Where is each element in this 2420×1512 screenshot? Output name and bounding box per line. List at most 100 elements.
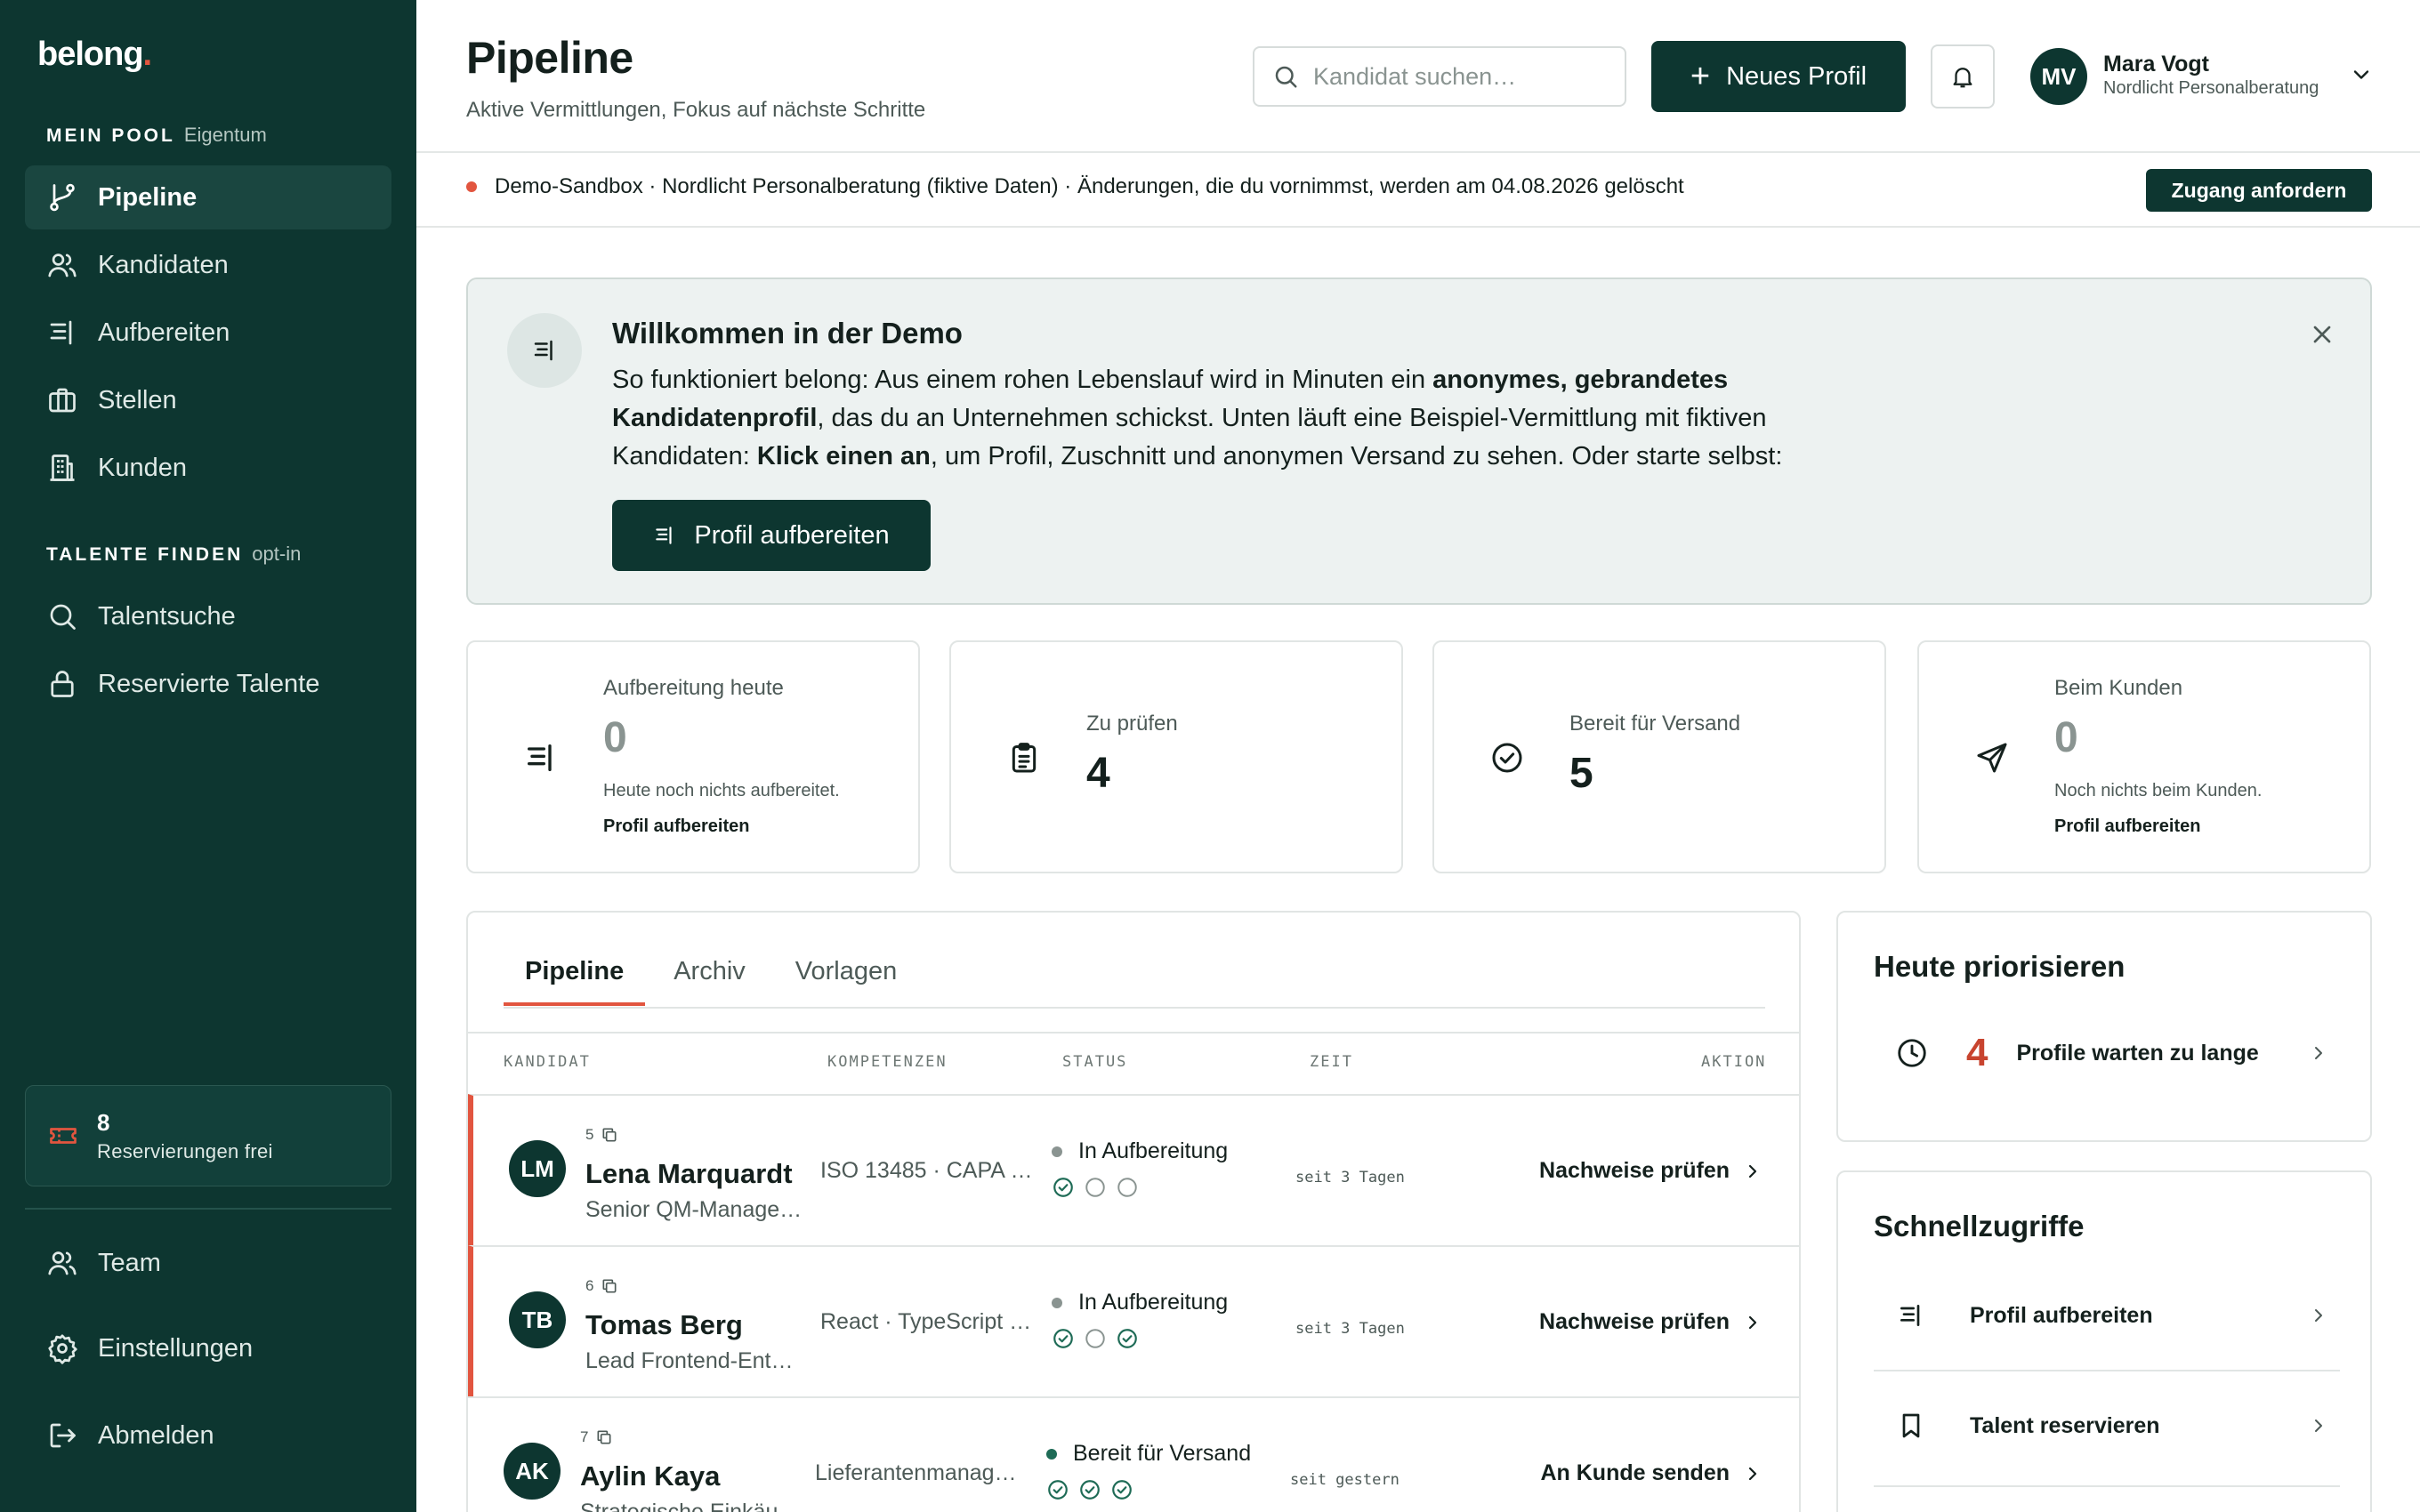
candidate-name[interactable]: Tomas Berg [585,1309,743,1341]
prepare-icon [528,744,552,771]
step-done-icon [1117,1329,1137,1348]
candidate-role: Lead Frontend-Entwickler [585,1348,808,1373]
stat-card-zu-pruefen[interactable]: Zu prüfen 4 [949,640,1403,873]
sidebar-item-pipeline[interactable]: Pipeline [25,165,391,229]
sidebar-item-label: Kandidaten [98,250,229,279]
progress-steps [1052,1176,1148,1199]
stat-value: 0 [2054,714,2078,761]
branch-icon [50,183,75,212]
stat-hint: Noch nichts beim Kunden. [2054,781,2263,800]
sidebar-item-reservierte-talente[interactable]: Reservierte Talente [25,652,391,716]
main-content: Pipeline Aktive Vermittlungen, Fokus auf… [416,0,2420,1512]
priorities-waiting-row[interactable]: 4 Profile warten zu lange [1874,1026,2340,1080]
sidebar-item-stellen[interactable]: Stellen [25,368,391,432]
stat-card-aufbereitung[interactable]: Aufbereitung heute 0 Heute noch nichts a… [466,640,920,873]
step-done-icon [1053,1329,1073,1348]
sidebar-item-label: Kunden [98,453,187,482]
column-header-status: STATUS [1062,1053,1128,1071]
priorities-count: 4 [1966,1031,1988,1074]
header-divider [416,151,2420,153]
chevron-right-icon [2315,1420,2322,1432]
briefcase-icon [49,388,76,413]
step-done-icon [1053,1178,1073,1197]
stat-card-bereit[interactable]: Bereit für Versand 5 [1432,640,1886,873]
row-action-button[interactable]: Nachweise prüfen [1539,1309,1763,1335]
row-action-button[interactable]: Nachweise prüfen [1539,1158,1763,1184]
sidebar-item-label: Team [98,1248,161,1277]
status-badge: Bereit für Versand [1046,1441,1251,1467]
status-dot [1046,1448,1057,1460]
column-header-aktion: AKTION [1701,1053,1767,1071]
sidebar-item-label: Reservierte Talente [98,669,320,698]
sidebar-item-label: Stellen [98,385,177,414]
clipboard-icon [1012,743,1037,773]
reservations-count: 8 [97,1108,110,1136]
users-icon [48,253,77,277]
table-row[interactable]: AK 7 Aylin Kaya Strategische Einkäuferin Lie… [468,1396,1799,1512]
demo-notice: Demo-Sandbox · Nordlicht Personalberatun… [466,174,1684,199]
row-action-button[interactable]: An Kunde senden [1540,1460,1763,1486]
reservations-card[interactable]: 8 Reservierungen frei [25,1085,391,1186]
user-name[interactable]: Mara Vogt [2103,52,2209,77]
quick-access-title: Schnellzugriffe [1874,1210,2085,1243]
candidate-role: Strategische Einkäuferin [580,1500,803,1512]
sidebar-item-aufbereiten[interactable]: Aufbereiten [25,301,391,365]
new-profile-button[interactable]: + Neues Profil [1651,41,1906,112]
sidebar-item-abmelden[interactable]: Abmelden [25,1403,391,1468]
version-count: 7 [580,1428,613,1446]
notifications-button[interactable] [1931,44,1995,109]
pipeline-tabs: Pipeline Archiv Vorlagen [504,957,925,1006]
user-avatar[interactable]: MV [2030,48,2087,105]
profile-prepare-button[interactable]: Profil aufbereiten [612,500,931,571]
progress-steps [1046,1478,1142,1501]
stat-link[interactable]: Profil aufbereiten [2054,816,2200,837]
search-icon [1275,66,1297,88]
tab-pipeline[interactable]: Pipeline [504,957,646,1006]
quick-access-panel: Schnellzugriffe Profil aufbereiten Talen… [1836,1170,2372,1512]
tab-vorlagen[interactable]: Vorlagen [774,957,919,1006]
sidebar-item-talentsuche[interactable]: Talentsuche [25,584,391,648]
demo-status-dot [466,181,477,192]
plus-icon: + [1690,58,1711,95]
sidebar-item-kandidaten[interactable]: Kandidaten [25,233,391,297]
ticket-icon [50,1128,77,1144]
sidebar-item-team[interactable]: Team [25,1231,391,1295]
step-open-icon [1085,1178,1105,1197]
clock-icon [1898,1039,1926,1067]
stat-label: Beim Kunden [2054,676,2183,700]
prepare-icon [656,527,672,544]
new-profile-label: Neues Profil [1726,61,1867,91]
welcome-title: Willkommen in der Demo [612,317,963,350]
progress-steps [1052,1327,1148,1350]
priorities-panel: Heute priorisieren 4 Profile warten zu l… [1836,911,2372,1142]
chevron-down-icon[interactable] [2349,62,2374,87]
sidebar-item-einstellungen[interactable]: Einstellungen [25,1316,391,1380]
chevron-right-icon [1748,1164,1757,1178]
sidebar-item-kunden[interactable]: Kunden [25,436,391,500]
candidate-name[interactable]: Lena Marquardt [585,1158,793,1190]
stat-card-beim-kunden[interactable]: Beim Kunden 0 Noch nichts beim Kunden. P… [1917,640,2371,873]
welcome-text: So funktioniert belong: Aus einem rohen … [612,366,1783,470]
close-icon[interactable] [2308,320,2336,349]
sidebar-item-label: Einstellungen [98,1333,254,1363]
candidate-name[interactable]: Aylin Kaya [580,1460,720,1492]
tab-archiv[interactable]: Archiv [652,957,767,1006]
copy-icon [602,1128,617,1142]
logo[interactable]: belong. [37,36,152,74]
copy-icon [597,1430,611,1444]
search-input[interactable] [1313,62,1616,91]
chevron-right-icon [1748,1467,1757,1480]
table-row[interactable]: TB 6 Tomas Berg Lead Frontend-Entwickler Rea… [468,1245,1799,1396]
table-row[interactable]: LM 5 Lena Marquardt Senior QM-Managerin Med… [468,1094,1799,1245]
stat-hint: Heute noch nichts aufbereitet. [603,781,840,800]
stat-link[interactable]: Profil aufbereiten [603,816,749,837]
column-header-kandidat: KANDIDAT [504,1053,591,1071]
search-box[interactable] [1253,46,1626,107]
quick-item-talent-reservieren[interactable]: Talent reservieren [1874,1377,2340,1475]
demo-divider [416,226,2420,228]
time-since: seit 3 Tagen [1295,1320,1405,1338]
quick-item-profil-aufbereiten[interactable]: Profil aufbereiten [1874,1267,2340,1364]
sidebar-item-label: Abmelden [98,1420,214,1450]
request-access-button[interactable]: Zugang anfordern [2146,169,2372,212]
candidate-avatar: LM [509,1140,566,1197]
